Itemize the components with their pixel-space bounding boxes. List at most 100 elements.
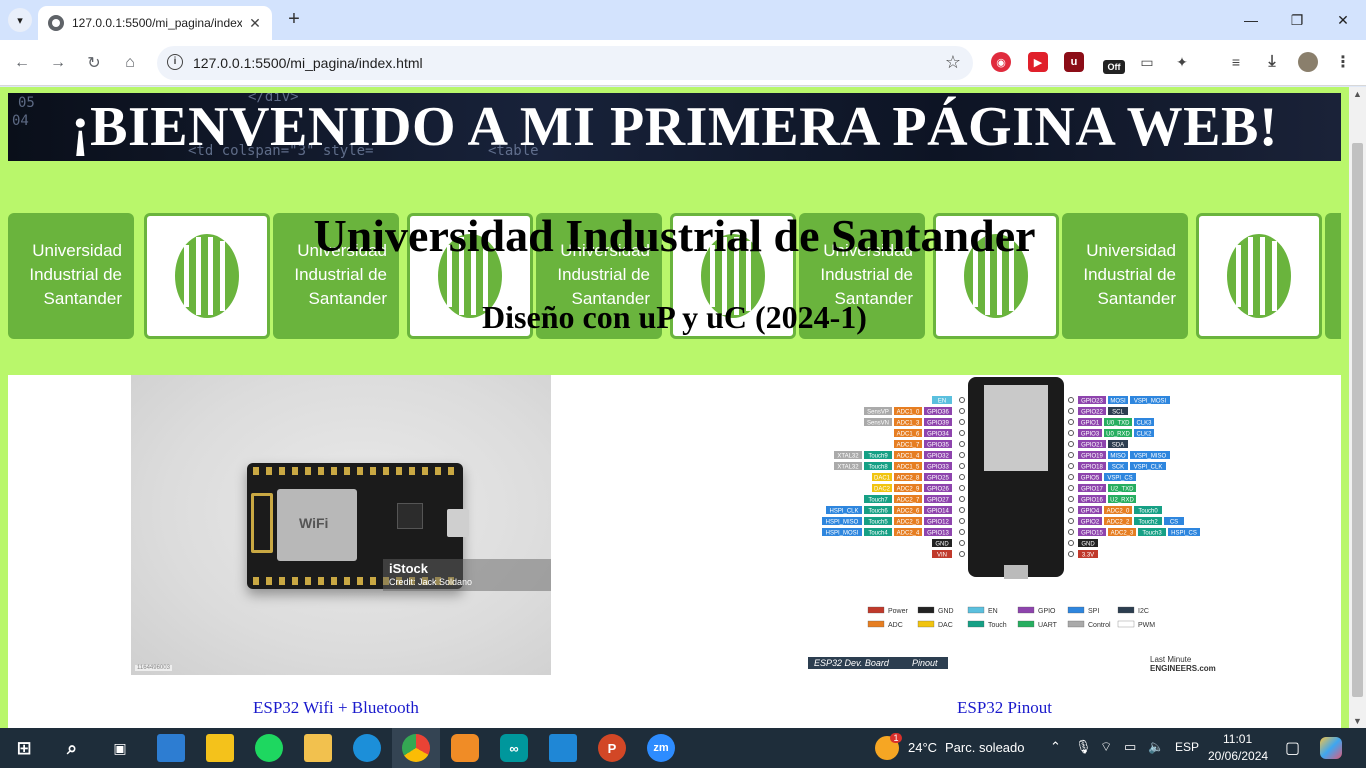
tab-active[interactable]: 127.0.0.1:5500/mi_pagina/index ✕ (38, 6, 272, 40)
reload-button[interactable]: ↻ (80, 49, 108, 77)
right-pin-label: GPIO5 (1081, 476, 1100, 482)
legend-label: GPIO (1038, 608, 1056, 615)
wifi-icon[interactable]: ⌔ (1100, 739, 1112, 755)
vertical-scrollbar[interactable]: ▲ ▼ (1349, 87, 1366, 728)
forward-button[interactable]: → (44, 49, 72, 77)
right-pin-label: GPIO22 (1081, 410, 1103, 416)
legend-swatch (867, 606, 885, 614)
legend-swatch (917, 606, 935, 614)
left-pin-label: GPIO13 (927, 531, 949, 537)
left-pin-dot (959, 452, 965, 458)
widgets-app-icon[interactable] (157, 734, 185, 762)
cast-icon[interactable]: ▭ (1137, 52, 1157, 72)
back-button[interactable]: ← (8, 49, 36, 77)
right-pin-label: MOSI (1110, 399, 1126, 405)
right-pin-label: GND (1081, 542, 1095, 548)
windows-start-icon[interactable]: ⊞ (10, 734, 38, 762)
extension-shield-icon[interactable]: ◉ (991, 52, 1011, 72)
right-pin-dot (1068, 507, 1074, 513)
right-pin-label: U2_TXD (1110, 487, 1134, 493)
legend-swatch (1117, 620, 1135, 628)
battery-icon[interactable]: ▭ (1124, 739, 1136, 755)
site-info-icon[interactable]: i (167, 54, 183, 70)
close-tab-icon[interactable]: ✕ (246, 14, 264, 32)
search-icon[interactable]: ⌕ (58, 734, 86, 762)
clock-time[interactable]: 11:01 (1223, 732, 1252, 746)
ublock-icon[interactable]: u (1064, 52, 1084, 72)
right-pin-dot (1068, 485, 1074, 491)
caption-esp32-pinout[interactable]: ESP32 Pinout (957, 698, 1052, 718)
chrome-icon[interactable] (402, 734, 430, 762)
edge-icon[interactable] (353, 734, 381, 762)
weather-temp[interactable]: 24°C (908, 740, 937, 755)
istock-watermark: iStock Credit: Jack Soldano (383, 559, 551, 591)
volume-icon[interactable]: 🔈 (1148, 739, 1164, 755)
spotify-icon[interactable] (255, 734, 283, 762)
profile-avatar[interactable] (1298, 52, 1318, 72)
chevron-up-icon[interactable]: ⌃ (1050, 739, 1061, 755)
right-pin-label: GPIO1 (1081, 421, 1100, 427)
scrollbar-thumb[interactable] (1352, 143, 1363, 697)
zoom-icon[interactable]: zm (647, 734, 675, 762)
close-window-button[interactable]: ✕ (1320, 0, 1366, 40)
url-text: 127.0.0.1:5500/mi_pagina/index.html (193, 55, 423, 71)
left-pin-label: DAC2 (874, 487, 891, 493)
bookmark-star-icon[interactable]: ☆ (945, 52, 961, 73)
address-bar[interactable]: i 127.0.0.1:5500/mi_pagina/index.html ☆ (157, 46, 973, 80)
clock-date[interactable]: 20/06/2024 (1208, 749, 1268, 763)
right-pin-label: MISO (1110, 454, 1126, 460)
sticky-notes-icon[interactable] (206, 734, 234, 762)
copilot-icon[interactable] (1320, 737, 1342, 759)
microphone-icon[interactable]: 🎙 (1075, 739, 1092, 755)
right-pin-label: ADC2_0 (1107, 509, 1130, 515)
course-heading: Diseño con uP y uC (2024-1) (482, 299, 867, 335)
left-pin-label: XTAL32 (837, 454, 859, 460)
scroll-down-icon[interactable]: ▼ (1353, 716, 1362, 726)
left-pin-dot (959, 441, 965, 447)
caption-esp32-wifi[interactable]: ESP32 Wifi + Bluetooth (253, 698, 419, 718)
right-pin-dot (1068, 441, 1074, 447)
menu-kebab-icon[interactable]: ⋮ (1333, 52, 1353, 72)
legend-label: Power (888, 608, 909, 615)
tab-search-button[interactable]: ▾ (8, 8, 32, 32)
left-pin-dot (959, 474, 965, 480)
left-pin-label: GPIO36 (927, 410, 949, 416)
left-pin-label: GPIO26 (927, 487, 949, 493)
left-pin-dot (959, 419, 965, 425)
vscode-icon[interactable] (549, 734, 577, 762)
language-indicator[interactable]: ESP (1175, 740, 1199, 754)
legend-swatch (967, 620, 985, 628)
legend-label: UART (1038, 622, 1058, 629)
university-heading: Universidad Industrial de Santander (313, 210, 1036, 261)
download-icon[interactable]: ⤓ (1262, 52, 1282, 72)
right-pin-label: GPIO17 (1081, 487, 1103, 493)
arduino-icon[interactable]: ∞ (500, 734, 528, 762)
left-pin-label: GPIO12 (927, 520, 949, 526)
new-tab-button[interactable]: + (282, 8, 306, 32)
media-control-icon[interactable]: ≡ (1226, 52, 1246, 72)
right-pin-dot (1068, 463, 1074, 469)
minimize-button[interactable]: — (1228, 0, 1274, 40)
right-pin-dot (1068, 397, 1074, 403)
sketchup-icon[interactable] (451, 734, 479, 762)
usb-chip (397, 503, 423, 529)
legend-label: Control (1088, 622, 1111, 629)
notifications-icon[interactable]: ▢ (1285, 738, 1300, 758)
task-view-icon[interactable]: ▣ (106, 734, 134, 762)
left-pin-label: ADC1_5 (897, 465, 920, 471)
home-button[interactable]: ⌂ (116, 49, 144, 77)
weather-text[interactable]: Parc. soleado (945, 740, 1025, 755)
right-pin-label: HSPI_CS (1171, 531, 1197, 537)
left-pin-label: GPIO32 (927, 454, 949, 460)
extension-off-badge[interactable]: Off (1103, 60, 1125, 74)
right-pin-label: GPIO23 (1081, 399, 1103, 405)
powerpoint-icon[interactable]: P (598, 734, 626, 762)
extension-play-icon[interactable]: ▶ (1028, 52, 1048, 72)
file-explorer-icon[interactable] (304, 734, 332, 762)
header-pins-top (253, 467, 457, 475)
scroll-up-icon[interactable]: ▲ (1353, 89, 1362, 99)
restore-button[interactable]: ❐ (1274, 0, 1320, 40)
right-pin-label: GPIO19 (1081, 454, 1103, 460)
extensions-puzzle-icon[interactable]: ✦ (1172, 52, 1192, 72)
right-pin-label: VSPI_MISO (1134, 454, 1167, 460)
